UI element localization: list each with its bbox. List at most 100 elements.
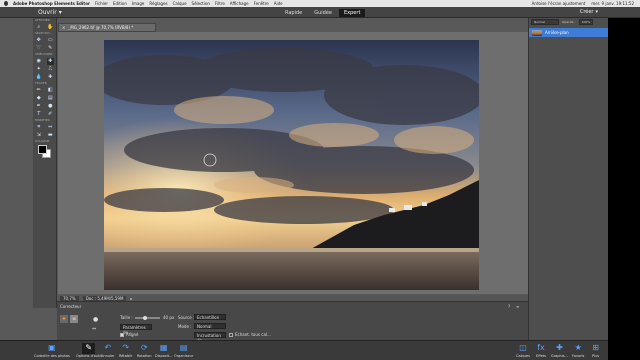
menu-aide[interactable]: Aide [274, 1, 283, 6]
blend-mode-select[interactable]: Normal [531, 19, 559, 25]
more-label: Plus [592, 354, 600, 358]
layer-row-background[interactable]: Arrière-plan [529, 28, 608, 37]
mode-select[interactable]: Normal [194, 323, 226, 329]
open-button[interactable]: Ouvrir ▾ [38, 9, 62, 16]
layer-thumbnail [532, 29, 542, 36]
brush-dot-icon: ● [93, 316, 99, 323]
menu-edition[interactable]: Edition [113, 1, 127, 6]
lasso-tool-icon[interactable]: ➰ [35, 45, 42, 52]
organizer-icon: ▤ [179, 343, 188, 352]
mode-guided[interactable]: Guidée [309, 9, 337, 17]
graphics-icon: ✚ [556, 343, 563, 352]
healing-brush-tool-icon[interactable]: ✚ [46, 57, 54, 65]
menu-fenetre[interactable]: Fenêtre [254, 1, 269, 6]
eye-tool-icon[interactable]: ◉ [35, 58, 42, 65]
layout-button[interactable]: ▦ Disposit... [155, 343, 172, 358]
document-tab[interactable]: × _MG_2962.tif @ 70,7% (RVB/8) * [58, 23, 156, 32]
menu-image[interactable]: Image [132, 1, 145, 6]
layers-button[interactable]: ◫ Calques [516, 343, 530, 358]
pattern-select[interactable]: Incrustation de... [194, 332, 226, 343]
spot-healing-preset-icon[interactable]: ⊠ [70, 315, 78, 323]
menubar-clock: mer. 9 janv. 19:11:52 [591, 1, 634, 6]
rotate-label: Rotation [137, 354, 152, 358]
content-aware-move-tool-icon[interactable]: ⇲ [35, 132, 42, 139]
organizer-label: Organiseur [174, 354, 194, 358]
mode-quick[interactable]: Rapide [280, 9, 307, 17]
photo-bin-label: Corbeille des photos [34, 354, 70, 358]
menu-icon[interactable]: ≡ [516, 304, 519, 309]
app-menu[interactable]: Adobe Photoshop Elements Editor [13, 1, 90, 6]
recompose-tool-icon[interactable]: ⇔ [47, 124, 54, 131]
brush-tool-icon[interactable]: ✏ [35, 87, 42, 94]
tool-options-label: Options d'outil [76, 354, 102, 358]
move-tool-icon[interactable]: ✥ [35, 37, 42, 44]
apple-icon[interactable] [4, 1, 8, 6]
mode-expert[interactable]: Expert [339, 9, 366, 17]
create-button[interactable]: Créer ▾ [580, 9, 598, 15]
favorites-icon: ★ [574, 343, 582, 352]
clone-stamp-tool-icon[interactable]: ⎍ [47, 66, 54, 73]
crop-tool-icon[interactable]: ⌗ [35, 124, 42, 131]
straighten-tool-icon[interactable]: ▬ [47, 132, 54, 139]
size-label: Taille : [120, 315, 133, 320]
help-icon[interactable]: ? [508, 304, 510, 309]
close-icon[interactable]: × [62, 25, 65, 30]
sample-all-layers-checkbox[interactable] [229, 333, 233, 337]
menu-affichage[interactable]: Affichage [230, 1, 249, 6]
menu-reglages[interactable]: Réglages [149, 1, 167, 6]
effects-button[interactable]: fx Effets [536, 343, 546, 358]
chevron-down-icon: ▾ [595, 9, 598, 15]
eyedropper-tool-icon[interactable]: ✒ [35, 103, 42, 110]
foreground-color-swatch[interactable] [38, 145, 47, 154]
blur-tool-icon[interactable]: 💧 [35, 74, 42, 81]
workspace: AFFICHER ⌕ ✋ SÉLECTIO... ✥ ▭ ➰ ✎ AMÉLIORER … [0, 18, 640, 360]
effects-icon: fx [537, 343, 545, 352]
size-slider-knob[interactable] [143, 316, 147, 320]
brush-settings-button[interactable]: Paramètres de... [120, 324, 152, 335]
zoom-tool-icon[interactable]: ⌕ [35, 24, 42, 31]
shape-tool-icon[interactable]: ● [47, 103, 54, 110]
size-slider-track[interactable] [135, 317, 160, 319]
sponge-tool-icon[interactable]: ✚ [47, 74, 54, 81]
document-image[interactable] [104, 40, 479, 290]
layout-icon: ▦ [159, 343, 168, 352]
favorites-button[interactable]: ★ Favoris [572, 343, 584, 358]
photo-bin-icon: ▣ [48, 343, 56, 352]
document-tab-title: _MG_2962.tif @ 70,7% (RVB/8) * [68, 25, 134, 30]
color-swatches [33, 144, 56, 162]
photo-content [104, 40, 479, 290]
screen-edge [608, 18, 640, 360]
organizer-button[interactable]: ▤ Organiseur [174, 343, 193, 358]
gradient-tool-icon[interactable]: ▤ [47, 95, 54, 102]
smart-brush-tool-icon[interactable]: ✦ [35, 66, 42, 73]
size-value: 40 px [163, 315, 175, 320]
rotate-icon: ⟳ [140, 343, 148, 352]
rotate-button[interactable]: ⟳ Rotation [137, 343, 152, 358]
eraser-tool-icon[interactable]: ◧ [47, 87, 54, 94]
hand-tool-icon[interactable]: ✋ [47, 24, 54, 31]
paint-bucket-tool-icon[interactable]: ◆ [35, 95, 42, 102]
undo-icon: ↶ [104, 343, 112, 352]
undo-button[interactable]: ↶ Annuler [101, 343, 115, 358]
graphics-button[interactable]: ✚ Graphis... [551, 343, 568, 358]
layers-panel: Normal Opacité : 100% Arrière-plan [528, 18, 608, 340]
photo-bin-button[interactable]: ▣ Corbeille des photos [34, 343, 70, 358]
menu-fichier[interactable]: Fichier [95, 1, 108, 6]
more-button[interactable]: ⊞ Plus [592, 343, 599, 358]
text-tool-icon[interactable]: T [35, 111, 42, 118]
menu-calque[interactable]: Calque [173, 1, 187, 6]
source-select[interactable]: Echantillon [194, 314, 226, 320]
menu-selection[interactable]: Sélection [192, 1, 210, 6]
redo-button[interactable]: ↷ Rétablir [119, 343, 133, 358]
brush-toggle-icon[interactable]: ⇔ [92, 326, 96, 332]
quick-select-tool-icon[interactable]: ✎ [47, 45, 54, 52]
opacity-field[interactable]: 100% [578, 19, 593, 25]
menu-filtre[interactable]: Filtre [215, 1, 225, 6]
tool-options-button[interactable]: ✎ Options d'outil [76, 343, 101, 358]
healing-tool-preset-icon[interactable]: ✚ [60, 315, 68, 323]
more-icon: ⊞ [592, 343, 599, 352]
aligned-checkbox[interactable] [120, 333, 124, 337]
pencil-tool-icon[interactable]: ✐ [47, 111, 54, 118]
marquee-tool-icon[interactable]: ▭ [47, 37, 54, 44]
mode-label: Mode : [178, 324, 192, 329]
